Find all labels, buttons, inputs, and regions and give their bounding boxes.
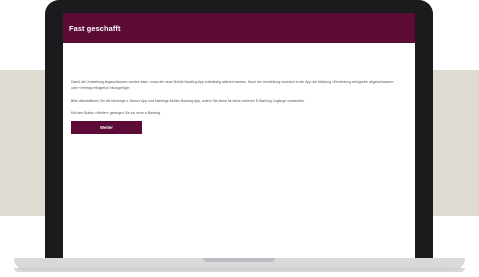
instruction-paragraph-2: Bitte deinstallieren Sie die bisherige e… [71, 98, 305, 103]
laptop-base-shadow [14, 268, 465, 272]
instruction-paragraph-1: Damit die Umstellung abgeschlossen werde… [71, 80, 394, 90]
weiter-button[interactable]: Weiter [71, 121, 142, 135]
laptop-notch [203, 258, 275, 262]
laptop-screen: Fast geschafft Damit die Umstellung abge… [63, 13, 415, 258]
app-header: Fast geschafft [63, 13, 415, 43]
instruction-paragraph-3: Mit dem Button «Weiter» gelangen Sie ins… [71, 111, 162, 116]
device-mockup-scene: Fast geschafft Damit die Umstellung abge… [0, 0, 479, 277]
main-content: Damit die Umstellung abgeschlossen werde… [63, 43, 415, 135]
page-title: Fast geschafft [69, 23, 121, 33]
